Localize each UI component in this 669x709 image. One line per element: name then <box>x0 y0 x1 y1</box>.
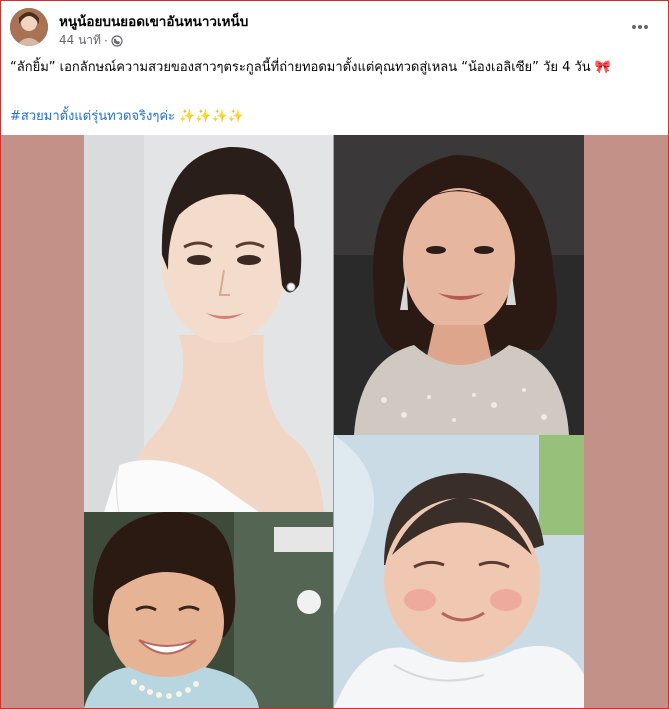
page-name[interactable]: หนูน้อยบนยอดเขาอันหนาวเหน็บ <box>59 10 248 32</box>
timestamp[interactable]: 44 นาที <box>59 31 101 50</box>
more-options-icon <box>631 24 649 30</box>
globe-icon <box>111 34 123 47</box>
post-header: หนูน้อยบนยอดเขาอันหนาวเหน็บ 44 นาที · <box>1 1 668 51</box>
page-avatar[interactable] <box>10 8 48 46</box>
more-options-button[interactable] <box>626 13 654 41</box>
sparkles-emoji: ✨✨✨✨ <box>179 109 244 124</box>
post-meta: 44 นาที · <box>59 31 123 50</box>
photo-newborn-baby[interactable] <box>334 435 584 708</box>
meta-separator: · <box>103 33 108 48</box>
post-body-text: “ลักยิ้ม” เอกลักษณ์ความสวยของสาวๆตระกูลน… <box>10 60 611 75</box>
photo-young-woman[interactable] <box>84 135 333 512</box>
hashtag-line: #สวยมาตั้งแต่รุ่นทวดจริงๆค่ะ ✨✨✨✨ <box>10 105 244 126</box>
photo-mother[interactable] <box>334 135 584 435</box>
photo-great-grandmother[interactable] <box>84 512 333 708</box>
post-media-collage[interactable] <box>1 135 668 708</box>
hashtag-link[interactable]: #สวยมาตั้งแต่รุ่นทวดจริงๆค่ะ <box>10 109 175 124</box>
post-card: หนูน้อยบนยอดเขาอันหนาวเหน็บ 44 นาที · “ล… <box>0 0 669 709</box>
